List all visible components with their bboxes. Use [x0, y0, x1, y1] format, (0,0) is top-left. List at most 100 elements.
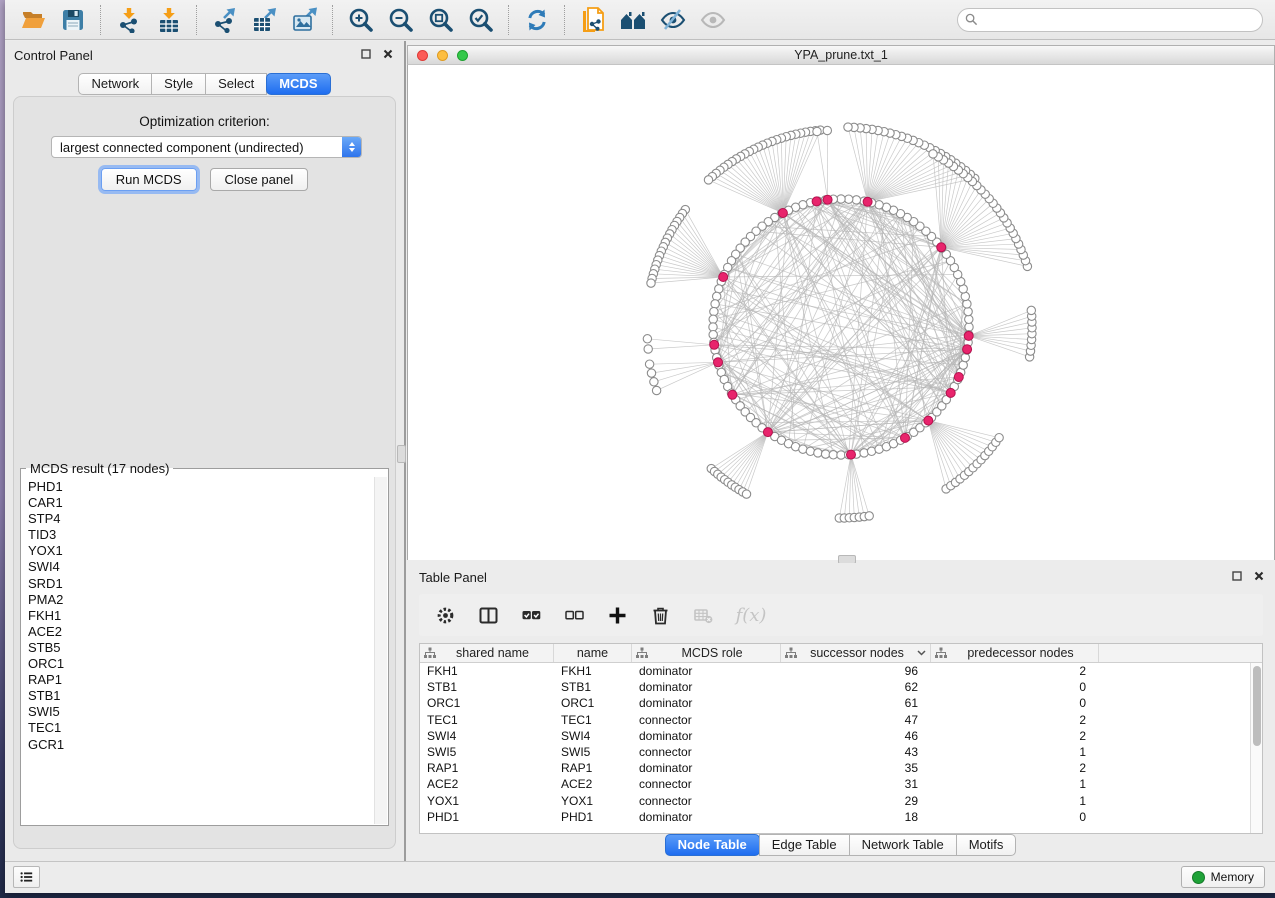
tab-motifs[interactable]: Motifs [956, 834, 1017, 856]
mcds-result-item[interactable]: STB5 [28, 640, 375, 656]
network-window-titlebar[interactable]: YPA_prune.txt_1 [407, 45, 1275, 64]
run-mcds-button[interactable]: Run MCDS [101, 168, 197, 191]
mcds-result-item[interactable]: RAP1 [28, 672, 375, 688]
vertical-splitter-knob[interactable] [397, 445, 406, 463]
task-history-button[interactable] [13, 866, 40, 888]
mcds-result-item[interactable]: CAR1 [28, 495, 375, 511]
column-header-MCDS-role[interactable]: MCDS role [632, 644, 781, 662]
float-panel-icon[interactable] [360, 48, 372, 60]
table-row[interactable]: RAP1RAP1dominator352 [420, 760, 1262, 776]
add-icon[interactable] [605, 604, 629, 626]
network-canvas[interactable] [407, 64, 1275, 561]
float-table-panel-icon[interactable] [1231, 570, 1243, 582]
mcds-result-item[interactable]: STB1 [28, 688, 375, 704]
column-icon[interactable] [476, 604, 500, 626]
tab-network-table[interactable]: Network Table [849, 834, 957, 856]
mcds-result-item[interactable]: SRD1 [28, 576, 375, 592]
open-icon[interactable] [13, 4, 53, 36]
minimize-window-icon[interactable] [437, 50, 448, 61]
import-table-icon[interactable] [149, 4, 189, 36]
mcds-result-item[interactable]: SWI5 [28, 704, 375, 720]
show-all-icon[interactable] [693, 4, 733, 36]
save-icon[interactable] [53, 4, 93, 36]
column-header-successor-nodes[interactable]: successor nodes [781, 644, 931, 662]
select-all-icon[interactable] [519, 604, 543, 626]
cell-predecessor_nodes: 2 [931, 728, 1099, 744]
export-table-icon[interactable] [245, 4, 285, 36]
cell-successor_nodes: 47 [781, 712, 931, 728]
cell-name: SWI5 [554, 744, 632, 760]
tab-select[interactable]: Select [205, 73, 267, 95]
export-network-icon[interactable] [205, 4, 245, 36]
desktop-background: Control Panel NetworkStyleSelectMCDS Opt… [0, 0, 1275, 898]
settings-icon[interactable] [433, 604, 457, 626]
table-panel-title: Table Panel [419, 570, 487, 585]
mcds-result-item[interactable]: TEC1 [28, 720, 375, 736]
close-window-icon[interactable] [417, 50, 428, 61]
share-document-icon[interactable] [573, 4, 613, 36]
table-scrollbar-thumb[interactable] [1253, 666, 1261, 746]
memory-button[interactable]: Memory [1181, 866, 1265, 888]
import-network-icon[interactable] [109, 4, 149, 36]
toolbar-separator [564, 5, 566, 35]
tab-mcds[interactable]: MCDS [266, 73, 330, 95]
zoom-out-icon[interactable] [381, 4, 421, 36]
optimization-criterion-select[interactable]: largest connected component (undirected) [51, 136, 362, 158]
refresh-icon[interactable] [517, 4, 557, 36]
cell-shared_name: ORC1 [420, 695, 554, 711]
table-row[interactable]: SWI5SWI5connector431 [420, 744, 1262, 760]
mcds-result-item[interactable]: FKH1 [28, 608, 375, 624]
tab-node-table[interactable]: Node Table [665, 834, 760, 856]
close-panel-button[interactable]: Close panel [210, 168, 309, 191]
table-row[interactable]: ORC1ORC1dominator610 [420, 695, 1262, 711]
control-panel-header: Control Panel [5, 41, 404, 67]
table-row[interactable]: YOX1YOX1connector291 [420, 793, 1262, 809]
cell-name: YOX1 [554, 793, 632, 809]
hide-selected-icon[interactable] [653, 4, 693, 36]
global-search-input[interactable] [957, 8, 1263, 32]
tab-style[interactable]: Style [151, 73, 206, 95]
overview-icon[interactable] [613, 4, 653, 36]
mcds-result-item[interactable]: PHD1 [28, 479, 375, 495]
column-header-name[interactable]: name [554, 644, 632, 662]
column-type-icon [424, 647, 436, 659]
zoom-in-icon[interactable] [341, 4, 381, 36]
cell-name: SWI4 [554, 728, 632, 744]
cell-shared_name: STB1 [420, 679, 554, 695]
table-header-row: shared namenameMCDS rolesuccessor nodesp… [420, 644, 1262, 663]
function-builder-icon[interactable]: f(x) [734, 604, 768, 626]
table-row[interactable]: PHD1PHD1dominator180 [420, 809, 1262, 825]
mcds-result-item[interactable]: GCR1 [28, 737, 375, 753]
mcds-result-item[interactable]: STP4 [28, 511, 375, 527]
table-row[interactable]: STB1STB1dominator620 [420, 679, 1262, 695]
deselect-all-icon[interactable] [562, 604, 586, 626]
table-row[interactable]: FKH1FKH1dominator962 [420, 663, 1262, 679]
table-row[interactable]: ACE2ACE2connector311 [420, 776, 1262, 792]
mcds-result-item[interactable]: ACE2 [28, 624, 375, 640]
maximize-window-icon[interactable] [457, 50, 468, 61]
mcds-result-item[interactable]: ORC1 [28, 656, 375, 672]
table-row[interactable]: TEC1TEC1connector472 [420, 712, 1262, 728]
delete-icon[interactable] [648, 604, 672, 626]
close-table-panel-icon[interactable] [1253, 570, 1265, 582]
result-list-scrollbar[interactable] [374, 477, 387, 824]
mcds-result-item[interactable]: TID3 [28, 527, 375, 543]
export-image-icon[interactable] [285, 4, 325, 36]
cell-shared_name: ACE2 [420, 776, 554, 792]
table-scrollbar[interactable] [1250, 663, 1262, 833]
delete-table-icon[interactable] [691, 604, 715, 626]
column-header-predecessor-nodes[interactable]: predecessor nodes [931, 644, 1099, 662]
mcds-result-item[interactable]: PMA2 [28, 592, 375, 608]
toolbar-separator [508, 5, 510, 35]
close-panel-icon[interactable] [382, 48, 394, 60]
tab-network[interactable]: Network [78, 73, 152, 95]
tab-edge-table[interactable]: Edge Table [759, 834, 850, 856]
column-header-shared-name[interactable]: shared name [420, 644, 554, 662]
zoom-selected-icon[interactable] [461, 4, 501, 36]
table-panel: Table Panel f(x) shared namenameMCDS rol… [406, 563, 1275, 861]
mcds-result-item[interactable]: SWI4 [28, 559, 375, 575]
zoom-fit-icon[interactable] [421, 4, 461, 36]
mcds-tab-panel: Optimization criterion: largest connecte… [13, 96, 396, 849]
table-row[interactable]: SWI4SWI4dominator462 [420, 728, 1262, 744]
mcds-result-item[interactable]: YOX1 [28, 543, 375, 559]
